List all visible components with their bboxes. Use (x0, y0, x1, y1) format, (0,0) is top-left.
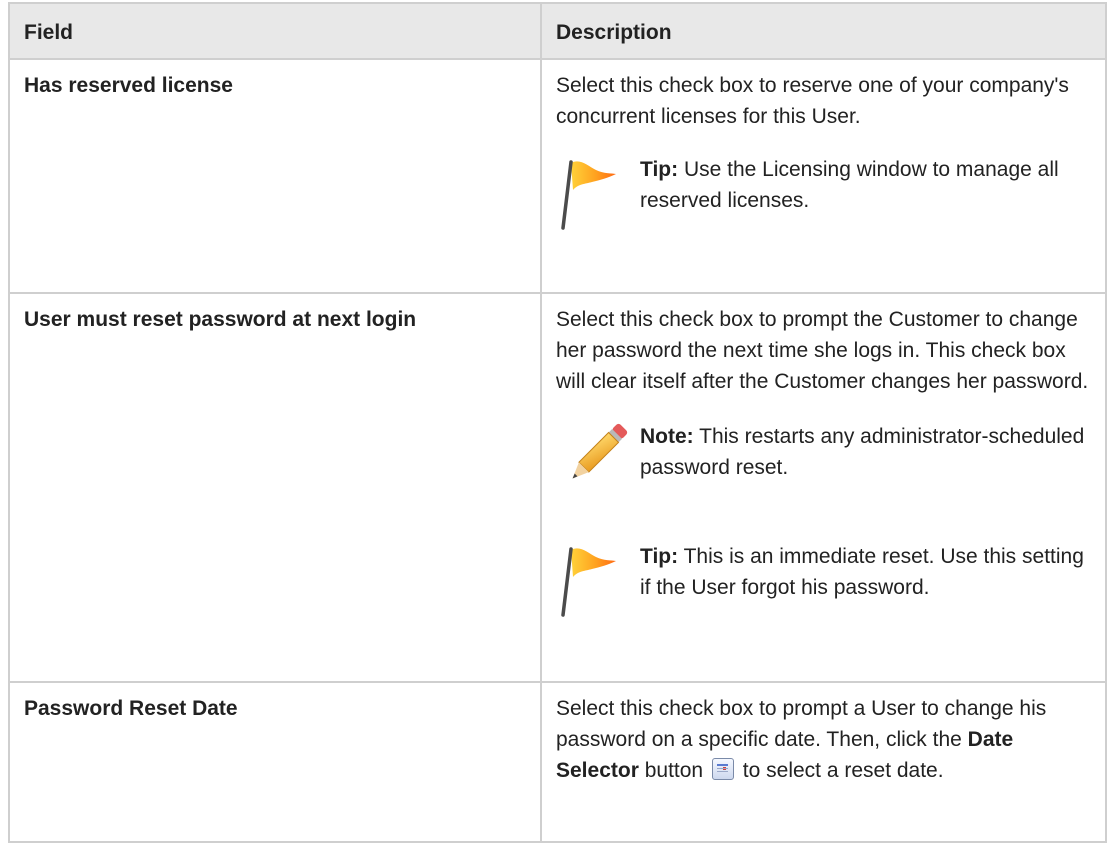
table-row: Has reserved license Select this check b… (8, 58, 1107, 294)
pencil-icon (556, 411, 640, 491)
tip-callout: Tip: Use the Licensing window to manage … (556, 146, 1091, 230)
header-description: Description (540, 2, 1107, 60)
field-description: Select this check box to prompt the Cust… (540, 292, 1107, 683)
tip-body: This is an immediate reset. Use this set… (640, 545, 1084, 599)
field-description: Select this check box to reserve one of … (540, 58, 1107, 294)
note-callout: Note: This restarts any administrator-sc… (556, 411, 1091, 491)
tip-label: Tip: (640, 158, 679, 181)
field-name: Password Reset Date (8, 681, 542, 843)
field-name: Has reserved license (8, 58, 542, 294)
field-description: Select this check box to prompt a User t… (540, 681, 1107, 843)
field-description-table: Field Description Has reserved license S… (8, 2, 1107, 843)
table-row: Password Reset Date Select this check bo… (8, 681, 1107, 843)
field-description-table-wrapper: Field Description Has reserved license S… (8, 2, 1107, 843)
description-part: to select a reset date. (736, 759, 944, 782)
field-name: User must reset password at next login (8, 292, 542, 683)
flag-icon (556, 146, 640, 230)
note-text: Note: This restarts any administrator-sc… (640, 411, 1091, 483)
description-text: Select this check box to prompt a User t… (556, 693, 1091, 786)
flag-icon (556, 533, 640, 617)
tip-label: Tip: (640, 545, 679, 568)
tip-body: Use the Licensing window to manage all r… (640, 158, 1059, 212)
table-row: User must reset password at next login S… (8, 292, 1107, 683)
calendar-icon (711, 758, 734, 780)
description-text: Select this check box to reserve one of … (556, 74, 1069, 128)
tip-callout: Tip: This is an immediate reset. Use thi… (556, 533, 1091, 617)
description-text: Select this check box to prompt the Cust… (556, 308, 1089, 393)
table-header-row: Field Description (8, 2, 1107, 60)
note-body: This restarts any administrator-schedule… (640, 425, 1085, 479)
header-field: Field (8, 2, 542, 60)
tip-text: Tip: This is an immediate reset. Use thi… (640, 533, 1091, 603)
tip-text: Tip: Use the Licensing window to manage … (640, 146, 1091, 216)
description-part: button (638, 759, 704, 782)
note-label: Note: (640, 425, 694, 448)
